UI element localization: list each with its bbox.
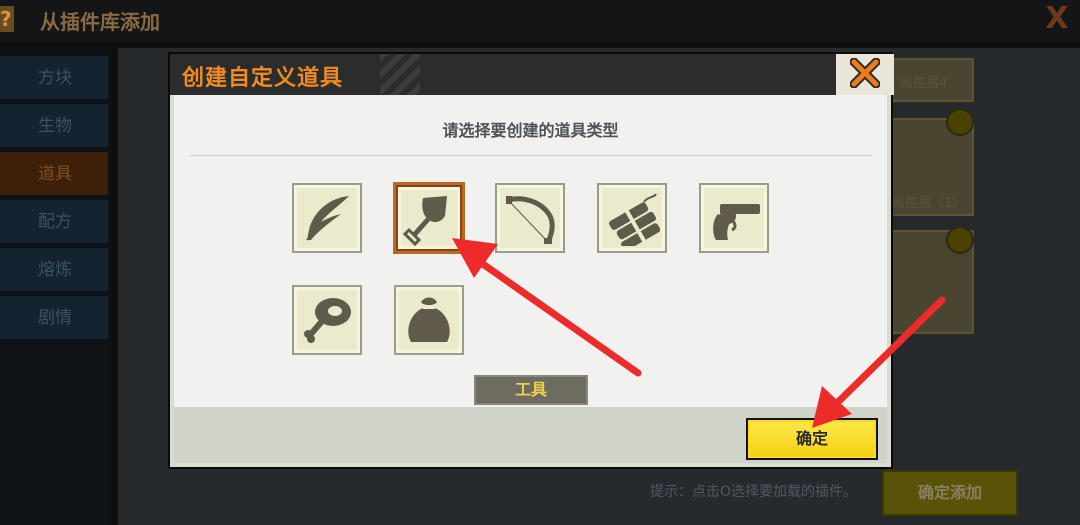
sidebar-item-story[interactable]: 剧情 — [0, 296, 108, 340]
bow-icon — [506, 196, 555, 244]
close-icon — [850, 58, 880, 88]
category-sidebar: 方块 生物 道具 配方 熔炼 剧情 — [0, 56, 110, 525]
item-type-feather[interactable] — [292, 183, 362, 253]
item-type-sack[interactable] — [394, 285, 464, 355]
divider — [190, 155, 872, 156]
select-circle[interactable] — [946, 226, 974, 254]
dialog-title: 创建自定义道具 — [182, 66, 344, 91]
shovel-icon — [402, 196, 447, 246]
selected-type-label: 工具 — [474, 375, 588, 405]
item-type-revolver[interactable] — [699, 183, 769, 253]
plugin-card-label: 遥控器（1） — [892, 196, 966, 211]
create-item-dialog: 创建自定义道具 请选择要创建的道具类型 工具 确定 — [170, 54, 894, 467]
sidebar-item-items[interactable]: 道具 — [0, 152, 108, 196]
top-bar: ? 从插件库添加 X — [0, 0, 1080, 42]
item-type-shovel[interactable] — [393, 182, 465, 254]
select-circle[interactable] — [946, 108, 974, 136]
hint-text: 提示：点击O选择要加载的插件。 — [650, 484, 858, 500]
meat-icon — [304, 298, 351, 343]
item-type-dynamite[interactable] — [597, 183, 667, 253]
confirm-button[interactable]: 确定 — [746, 418, 878, 460]
dialog-prompt: 请选择要创建的道具类型 — [442, 121, 619, 140]
sidebar-item-recipes[interactable]: 配方 — [0, 200, 108, 244]
plugin-card-label: 遥控器4 — [900, 76, 948, 91]
page-title: 从插件库添加 — [40, 10, 160, 34]
header-decoration — [380, 54, 420, 95]
sidebar-item-blocks[interactable]: 方块 — [0, 56, 108, 100]
feather-icon — [306, 196, 349, 241]
sack-icon — [408, 297, 450, 342]
revolver-icon — [713, 204, 760, 240]
dynamite-icon — [609, 193, 660, 246]
confirm-add-button[interactable]: 确定添加 — [882, 470, 1018, 516]
sidebar-item-creatures[interactable]: 生物 — [0, 104, 108, 148]
dialog-header: 创建自定义道具 — [170, 54, 894, 95]
dialog-body: 请选择要创建的道具类型 工具 — [174, 95, 887, 407]
page-close-button[interactable]: X — [1040, 2, 1074, 36]
sidebar-item-smelting[interactable]: 熔炼 — [0, 248, 108, 292]
help-button[interactable]: ? — [0, 6, 14, 32]
dialog-close-button[interactable] — [833, 54, 894, 95]
item-type-bow[interactable] — [495, 183, 565, 253]
item-type-meat[interactable] — [292, 285, 362, 355]
